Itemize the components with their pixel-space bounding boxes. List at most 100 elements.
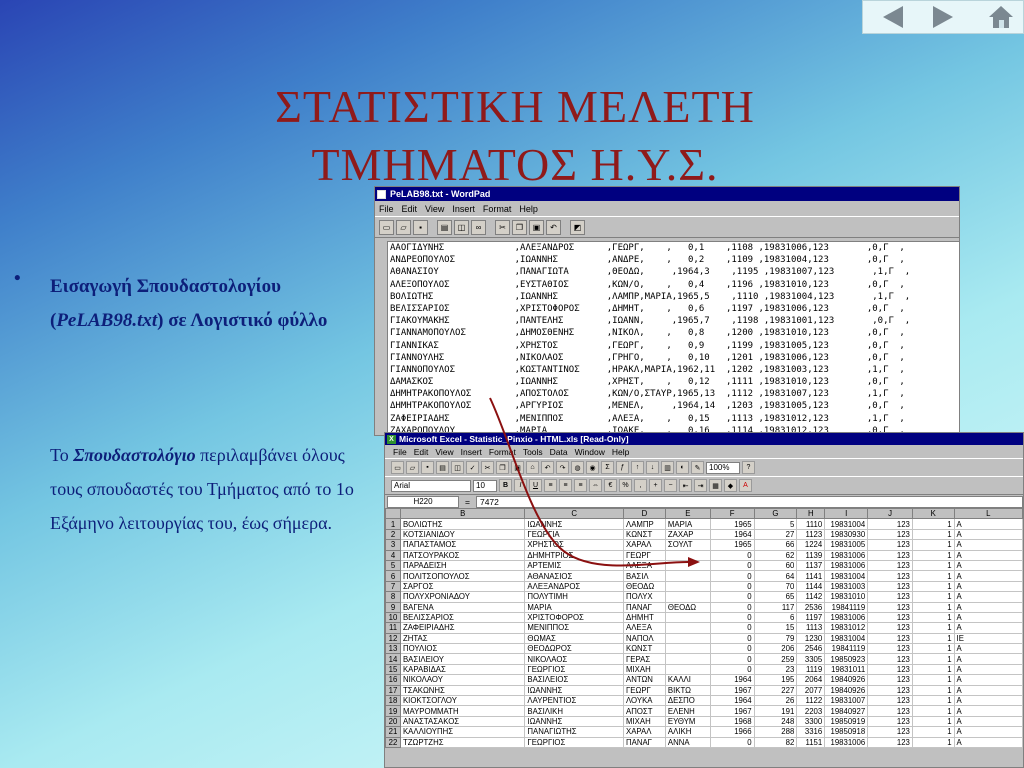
new-document-icon[interactable]: ▭	[391, 461, 404, 474]
cell[interactable]: 1	[911, 601, 955, 613]
cell[interactable]: 123	[867, 684, 913, 697]
increase-decimal-icon[interactable]: +	[649, 479, 662, 492]
cell[interactable]: 1	[911, 549, 955, 561]
cell[interactable]	[664, 591, 711, 603]
cell[interactable]: ΖΑΦΕΙΡΙΑΔΗΣ	[399, 622, 526, 634]
cell[interactable]: 1197	[796, 611, 826, 624]
cell[interactable]: 82	[753, 736, 798, 749]
column-header[interactable]: C	[524, 507, 625, 520]
cell[interactable]: 19831006	[824, 611, 869, 624]
cell[interactable]: ΜΙΧΑΗ	[623, 715, 666, 728]
home-button[interactable]	[981, 2, 1021, 32]
column-header[interactable]: J	[867, 507, 913, 520]
cell[interactable]: 1	[911, 580, 955, 593]
align-left-icon[interactable]: ≡	[544, 479, 557, 492]
cell[interactable]: ΙΩΑΝΝΗΣ	[524, 684, 625, 697]
column-header[interactable]: G	[753, 507, 798, 520]
insert-datetime-icon[interactable]: ◩	[570, 219, 585, 235]
print-preview-icon[interactable]: ◫	[451, 461, 464, 474]
cell[interactable]: ΒΙΚΤΩ	[664, 684, 711, 697]
cell[interactable]: 191	[753, 705, 798, 717]
cell[interactable]: 248	[753, 715, 798, 728]
row-header[interactable]: 4	[385, 549, 401, 561]
cell[interactable]: ΚΙΟΚΤΣΟΓΛΟΥ	[399, 695, 526, 707]
column-header[interactable]: H	[796, 507, 826, 520]
cell[interactable]: 0	[709, 559, 755, 572]
align-right-icon[interactable]: ≡	[574, 479, 587, 492]
cell[interactable]: 195	[753, 674, 798, 686]
row-header[interactable]: 21	[385, 726, 401, 738]
menu-insert[interactable]: Insert	[452, 204, 475, 214]
row-header[interactable]: 15	[385, 663, 401, 676]
cell[interactable]: Α	[953, 611, 1023, 624]
row-header[interactable]: 19	[385, 705, 401, 717]
cell[interactable]: ΒΕΛΙΣΣΑΡΙΟΣ	[399, 611, 526, 624]
cell[interactable]: 19831011	[824, 663, 869, 676]
menu-file[interactable]: File	[393, 447, 407, 457]
next-slide-button[interactable]	[923, 2, 963, 32]
cell[interactable]: 123	[867, 674, 913, 686]
cell[interactable]: ΚΑΡΑΒΙΔΑΣ	[399, 663, 526, 676]
cell[interactable]: 19840926	[824, 674, 869, 686]
fill-color-icon[interactable]: ◆	[724, 479, 737, 492]
cell[interactable]: 19831003	[824, 580, 869, 593]
cell[interactable]: 1	[911, 643, 955, 655]
cell[interactable]: 0	[709, 653, 755, 665]
paste-icon[interactable]: ▣	[511, 461, 524, 474]
cell[interactable]: 1110	[796, 518, 826, 530]
cell[interactable]: 19831007	[824, 695, 869, 707]
cell[interactable]	[664, 570, 711, 582]
cell[interactable]: ΠΟΥΛΙΟΣ	[399, 643, 526, 655]
cell[interactable]: 123	[867, 528, 913, 541]
wordpad-title-bar[interactable]: PeLAB98.txt - WordPad	[375, 187, 959, 201]
cell[interactable]: ΔΗΜΗΤΡΙΟΣ	[524, 549, 625, 561]
cell[interactable]: ΜΕΝΙΠΠΟΣ	[524, 622, 625, 634]
cell[interactable]: 259	[753, 653, 798, 665]
cell[interactable]: 123	[867, 622, 913, 634]
cell[interactable]: 123	[867, 591, 913, 603]
cell[interactable]: 1	[911, 632, 955, 645]
cell[interactable]: 19831004	[824, 518, 869, 530]
row-header[interactable]: 14	[385, 653, 401, 665]
cell[interactable]: ΑΝΤΩΝ	[623, 674, 666, 686]
row-header[interactable]: 18	[385, 695, 401, 707]
cell[interactable]: 65	[753, 591, 798, 603]
cell[interactable]: ΛΟΥΚΑ	[623, 695, 666, 707]
cell[interactable]: 1	[911, 705, 955, 717]
column-header[interactable]: D	[623, 507, 666, 520]
cell[interactable]: ΘΕΟΔΩΡΟΣ	[524, 643, 625, 655]
cell[interactable]: ΒΑΣΙΛΕΙΟΥ	[399, 653, 526, 665]
sort-descending-icon[interactable]: ↓	[646, 461, 659, 474]
cell[interactable]: 1	[911, 528, 955, 541]
cell[interactable]: ΠΟΛΥΤΙΜΗ	[524, 591, 625, 603]
cell[interactable]: 0	[709, 580, 755, 593]
cell[interactable]: 123	[867, 705, 913, 717]
web-toolbar-icon[interactable]: ◉	[586, 461, 599, 474]
row-header[interactable]: 5	[385, 559, 401, 572]
cell[interactable]: ΛΑΜΠΡ	[623, 518, 666, 530]
row-header[interactable]: 3	[385, 539, 401, 551]
cell[interactable]: ΝΙΚΟΛΑΟΣ	[524, 653, 625, 665]
cell[interactable]: 1967	[709, 705, 755, 717]
chart-wizard-icon[interactable]: ▥	[661, 461, 674, 474]
underline-icon[interactable]: U	[529, 479, 542, 492]
cell[interactable]: 19831006	[824, 736, 869, 749]
cell[interactable]: 1964	[709, 528, 755, 541]
cell[interactable]: ΧΡΙΣΤΟΦΟΡΟΣ	[524, 611, 625, 624]
cell[interactable]: 19831005	[824, 539, 869, 551]
cell[interactable]: ΒΑΣΙΛΕΙΟΣ	[524, 674, 625, 686]
cell[interactable]: 2546	[796, 643, 826, 655]
cell[interactable]: 0	[709, 632, 755, 645]
menu-help[interactable]: Help	[519, 204, 538, 214]
row-header[interactable]: 12	[385, 632, 401, 645]
cell[interactable]: 0	[709, 601, 755, 613]
cell[interactable]: 19831006	[824, 559, 869, 572]
undo-icon[interactable]: ↶	[546, 219, 561, 235]
cell[interactable]: ΤΣΑΚΩΝΗΣ	[399, 684, 526, 697]
cell[interactable]: Α	[953, 591, 1023, 603]
cell[interactable]: ΘΕΟΔΩ	[623, 580, 666, 593]
column-header[interactable]: E	[664, 507, 711, 520]
cell[interactable]: ΑΠΟΣΤ	[623, 705, 666, 717]
name-box[interactable]: H220	[387, 495, 459, 508]
cell[interactable]: 123	[867, 726, 913, 738]
